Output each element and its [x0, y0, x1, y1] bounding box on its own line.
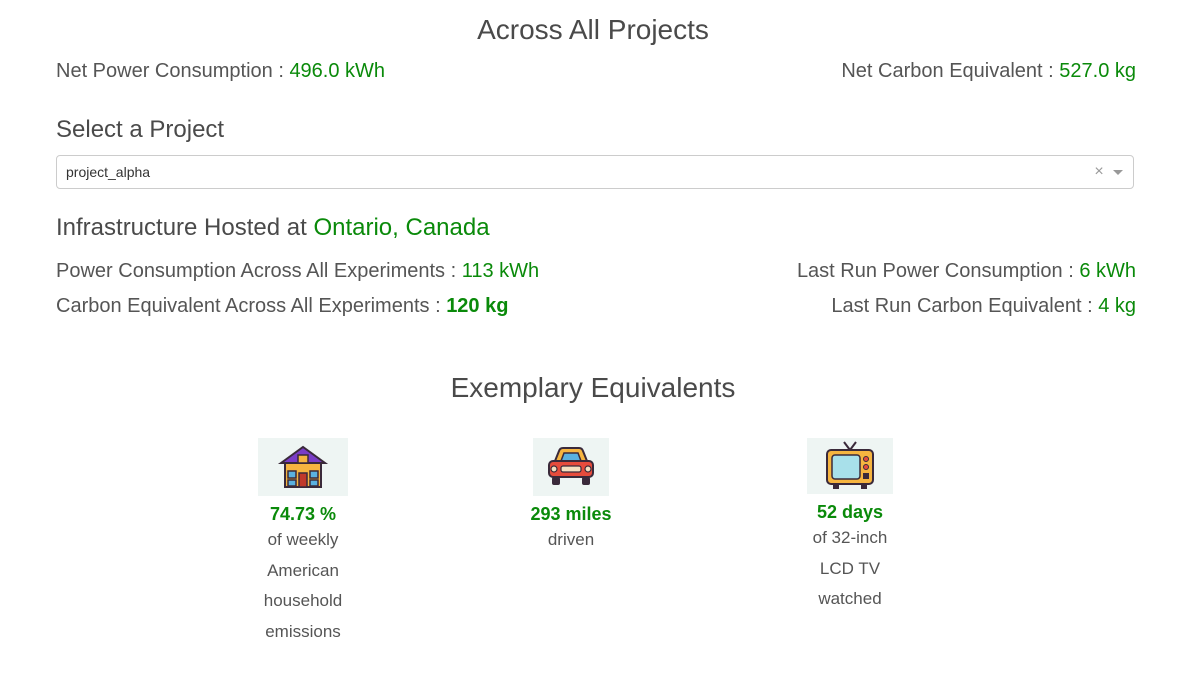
project-dropdown-value: project_alpha [66, 164, 151, 180]
clear-icon[interactable]: × [1089, 163, 1109, 181]
desc-line: household [263, 591, 343, 610]
overall-stats-row: Net Power Consumption : 496.0 kWh Net Ca… [56, 60, 1136, 83]
project-carbon-row: Carbon Equivalent Across All Experiments… [56, 295, 1136, 318]
equivalent-car: 293 miles driven [521, 438, 621, 556]
equivalent-car-desc: driven [521, 525, 621, 556]
power-all-experiments: Power Consumption Across All Experiments… [56, 260, 539, 283]
last-power-label: Last Run Power Consumption : [796, 260, 1080, 282]
hosted-location-value: Ontario, Canada [313, 214, 490, 241]
hosted-label: Infrastructure Hosted at [56, 214, 314, 241]
net-carbon: Net Carbon Equivalent : 527.0 kg [841, 60, 1136, 83]
last-power-value: 6 kWh [1079, 260, 1136, 282]
select-project-title: Select a Project [56, 116, 225, 143]
desc-line: emissions [265, 621, 341, 641]
last-carbon-label: Last Run Carbon Equivalent : [831, 295, 1099, 317]
tv-icon [807, 438, 893, 494]
net-carbon-label: Net Carbon Equivalent : [841, 60, 1060, 82]
power-all-value: 113 kWh [461, 260, 540, 282]
carbon-all-label: Carbon Equivalent Across All Experiments… [56, 295, 447, 317]
carbon-all-experiments: Carbon Equivalent Across All Experiments… [56, 295, 508, 318]
hosted-location: Infrastructure Hosted at Ontario, Canada [56, 214, 490, 242]
car-icon [533, 438, 609, 496]
equivalent-tv: 52 days of 32-inch LCD TV watched [800, 438, 900, 615]
net-power-value: 496.0 kWh [289, 60, 386, 82]
equivalent-house: 74.73 % of weekly American household emi… [253, 438, 353, 647]
project-dropdown[interactable]: project_alpha × [56, 155, 1134, 189]
equivalents-title: Exemplary Equivalents [450, 372, 736, 403]
net-carbon-value: 527.0 kg [1059, 60, 1136, 82]
desc-line: watched [818, 589, 882, 608]
desc-line: driven [547, 530, 595, 549]
last-run-power: Last Run Power Consumption : 6 kWh [797, 260, 1136, 283]
desc-line: of 32-inch [812, 528, 888, 547]
power-all-label: Power Consumption Across All Experiments… [56, 260, 462, 282]
desc-line: of weekly [267, 530, 339, 549]
net-power-label: Net Power Consumption : [56, 60, 290, 82]
house-icon [258, 438, 348, 496]
chevron-down-icon[interactable] [1113, 169, 1123, 175]
last-run-carbon: Last Run Carbon Equivalent : 4 kg [831, 295, 1136, 318]
net-power: Net Power Consumption : 496.0 kWh [56, 60, 385, 83]
equivalent-tv-value: 52 days [816, 502, 884, 522]
equivalent-tv-desc: of 32-inch LCD TV watched [800, 523, 900, 615]
desc-line: American [267, 560, 339, 580]
carbon-all-value: 120 kg [446, 295, 509, 317]
last-carbon-value: 4 kg [1098, 295, 1136, 317]
equivalent-house-desc: of weekly American household emissions [253, 525, 353, 647]
equivalent-car-value: 293 miles [530, 504, 612, 524]
overall-title: Across All Projects [477, 14, 709, 45]
desc-line: LCD TV [819, 558, 881, 578]
equivalent-house-value: 74.73 % [269, 504, 337, 524]
project-power-row: Power Consumption Across All Experiments… [56, 260, 1136, 283]
